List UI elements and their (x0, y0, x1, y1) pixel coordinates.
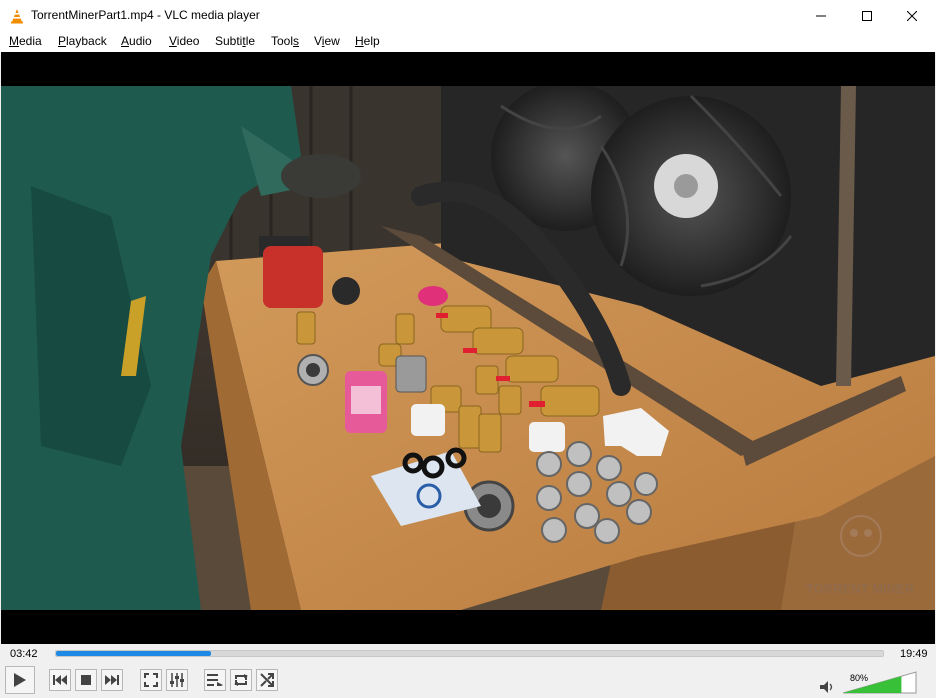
next-button[interactable] (101, 669, 123, 691)
loop-button[interactable] (230, 669, 252, 691)
random-button[interactable] (256, 669, 278, 691)
vlc-cone-icon (11, 9, 23, 24)
video-surface[interactable]: TORRENT MINER (1, 52, 935, 644)
extended-settings-button[interactable] (166, 669, 188, 691)
shuffle-icon (260, 673, 274, 687)
menu-bar: Media Playback Audio Video Subtitle Tool… (0, 31, 936, 52)
close-button[interactable] (889, 0, 935, 31)
minimize-button[interactable] (798, 0, 844, 31)
play-button[interactable] (5, 666, 35, 694)
extended-settings-icon (170, 673, 184, 687)
menu-tools[interactable]: Tools (271, 34, 299, 48)
menu-help[interactable]: Help (355, 34, 380, 48)
seek-bar[interactable] (55, 650, 884, 657)
loop-icon (234, 674, 248, 686)
seek-bar-progress (56, 651, 211, 656)
menu-media[interactable]: Media (9, 34, 42, 48)
elapsed-time: 03:42 (10, 648, 38, 660)
menu-playback[interactable]: Playback (58, 34, 107, 48)
title-bar: TorrentMinerPart1.mp4 - VLC media player (0, 0, 936, 31)
speaker-icon[interactable] (820, 681, 834, 693)
window-title: TorrentMinerPart1.mp4 - VLC media player (31, 8, 260, 22)
menu-view[interactable]: View (314, 34, 340, 48)
next-icon (105, 675, 119, 685)
close-icon (907, 10, 917, 21)
maximize-icon (862, 10, 872, 21)
playlist-icon (207, 674, 223, 686)
previous-icon (53, 675, 67, 685)
menu-subtitle[interactable]: Subtitle (215, 34, 255, 48)
maximize-button[interactable] (844, 0, 890, 31)
playlist-button[interactable] (204, 669, 226, 691)
volume-slider[interactable] (842, 671, 917, 694)
minimize-icon (816, 15, 826, 16)
total-time: 19:49 (900, 648, 928, 660)
stop-icon (81, 675, 91, 685)
fullscreen-icon (144, 673, 158, 687)
menu-audio[interactable]: Audio (121, 34, 152, 48)
previous-button[interactable] (49, 669, 71, 691)
watermark-text: TORRENT MINER (806, 581, 915, 596)
fullscreen-button[interactable] (140, 669, 162, 691)
video-frame: TORRENT MINER (1, 86, 935, 610)
play-icon (14, 673, 26, 687)
menu-video[interactable]: Video (169, 34, 199, 48)
stop-button[interactable] (75, 669, 97, 691)
